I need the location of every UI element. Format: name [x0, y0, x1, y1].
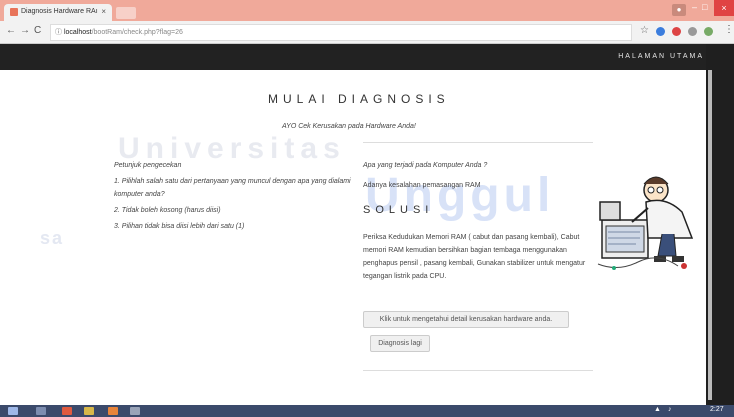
answer-text: Adanya kesalahan pemasangan RAM — [363, 182, 481, 189]
page-title: MULAI DIAGNOSIS — [268, 92, 450, 106]
profile-icon[interactable]: ● — [672, 4, 686, 16]
reload-icon[interactable]: C — [34, 25, 41, 36]
os-taskbar: ▲ ♪ 2:27 — [0, 405, 734, 417]
main-content: Universitas Unggul sa MULAI DIAGNOSIS AY… — [0, 70, 706, 405]
result-column: Apa yang terjadi pada Komputer Anda ? Ad… — [363, 159, 589, 293]
minimize-icon[interactable]: – — [692, 2, 697, 12]
extension-icon[interactable] — [672, 27, 681, 36]
app-icon[interactable] — [130, 407, 140, 415]
volume-icon[interactable]: ♪ — [668, 406, 672, 413]
browser-menu-icon[interactable]: ⋮ — [724, 24, 734, 35]
url-host: localhost — [63, 29, 92, 36]
retry-diagnosis-button[interactable]: Diagnosis lagi — [370, 335, 430, 352]
divider — [363, 370, 593, 371]
question-text: Apa yang terjadi pada Komputer Anda ? — [363, 162, 488, 169]
browser-tab[interactable]: Diagnosis Hardware RAı × — [4, 4, 112, 21]
instructions-column: Petunjuk pengecekan 1. Pilihlah salah sa… — [114, 159, 354, 236]
network-icon[interactable]: ▲ — [654, 406, 661, 413]
app-icon[interactable] — [108, 407, 118, 415]
site-header: HALAMAN UTAMA — [0, 44, 706, 70]
instruction-item: 1. Pilihlah salah satu dari pertanyaan y… — [114, 178, 351, 198]
new-tab-button[interactable] — [116, 7, 136, 19]
forward-icon[interactable]: → — [20, 25, 30, 36]
url-field[interactable]: ⓘ localhost/bootRam/check.php?flag=26 — [50, 24, 632, 41]
solution-text: Periksa Kedudukan Memori RAM ( cabut dan… — [363, 234, 586, 280]
window-close-button[interactable]: × — [714, 0, 734, 16]
tab-title: Diagnosis Hardware RAı — [21, 8, 98, 15]
maximize-icon[interactable]: □ — [702, 2, 707, 12]
url-path: /bootRam/check.php?flag=26 — [91, 29, 183, 36]
tab-close-icon[interactable]: × — [101, 7, 106, 16]
start-icon[interactable] — [8, 407, 18, 415]
address-bar-row: ← → C ⓘ localhost/bootRam/check.php?flag… — [0, 21, 734, 44]
site-info-icon[interactable]: ⓘ — [55, 25, 62, 40]
extension-icon[interactable] — [688, 27, 697, 36]
search-icon[interactable] — [36, 407, 46, 415]
scrollbar[interactable] — [708, 70, 712, 400]
browser-tab-strip: Diagnosis Hardware RAı × ● – □ × — [0, 0, 734, 21]
divider — [363, 142, 593, 143]
repair-illustration-icon — [597, 176, 694, 270]
favicon-icon — [10, 8, 18, 16]
detail-button[interactable]: Klik untuk mengetahui detail kerusakan h… — [363, 311, 569, 328]
solution-heading: SOLUSI — [363, 204, 434, 216]
nav-home-link[interactable]: HALAMAN UTAMA — [618, 53, 704, 60]
extension-icon[interactable] — [704, 27, 713, 36]
watermark-text: sa — [40, 228, 65, 248]
back-icon[interactable]: ← — [6, 25, 16, 36]
folder-icon[interactable] — [84, 407, 94, 415]
bookmark-star-icon[interactable]: ☆ — [640, 25, 649, 36]
clock[interactable]: 2:27 — [710, 406, 724, 413]
instruction-item: 2. Tidak boleh kosong (harus diisi) — [114, 207, 221, 214]
page-subtitle: AYO Cek Kerusakan pada Hardware Anda! — [282, 123, 416, 130]
instructions-heading: Petunjuk pengecekan — [114, 162, 182, 169]
browser-taskbar-icon[interactable] — [62, 407, 72, 415]
instruction-item: 3. Pilihan tidak bisa diisi lebih dari s… — [114, 223, 245, 230]
extension-icon[interactable] — [656, 27, 665, 36]
